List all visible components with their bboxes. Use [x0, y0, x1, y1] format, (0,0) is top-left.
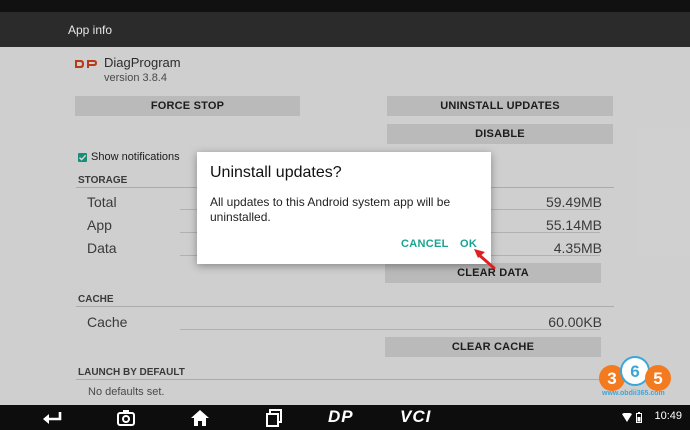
home-icon[interactable] — [190, 407, 210, 428]
status-time: 10:49 — [654, 410, 682, 422]
dialog-message: All updates to this Android system app w… — [210, 195, 451, 224]
uninstall-updates-dialog: Uninstall updates? All updates to this A… — [197, 152, 491, 264]
navigation-bar: DP VCI 10:49 — [0, 405, 690, 430]
battery-icon — [636, 412, 642, 423]
cancel-button[interactable]: CANCEL — [401, 238, 449, 250]
svg-text:3: 3 — [607, 369, 616, 388]
vci-nav-button[interactable]: VCI — [400, 407, 431, 427]
app-bar-title: App info — [68, 23, 113, 37]
red-arrow-icon — [474, 249, 496, 270]
back-icon[interactable] — [40, 407, 64, 428]
app-bar: App info — [0, 12, 690, 47]
dp-nav-button[interactable]: DP — [328, 407, 354, 427]
watermark-url: www.obdii365.com — [602, 390, 665, 397]
svg-text:6: 6 — [630, 362, 639, 381]
dialog-title: Uninstall updates? — [210, 164, 342, 181]
recent-apps-icon[interactable] — [264, 407, 284, 428]
camera-icon[interactable] — [116, 407, 136, 428]
top-strip — [0, 0, 690, 12]
wifi-icon — [622, 413, 632, 422]
svg-text:5: 5 — [653, 369, 662, 388]
